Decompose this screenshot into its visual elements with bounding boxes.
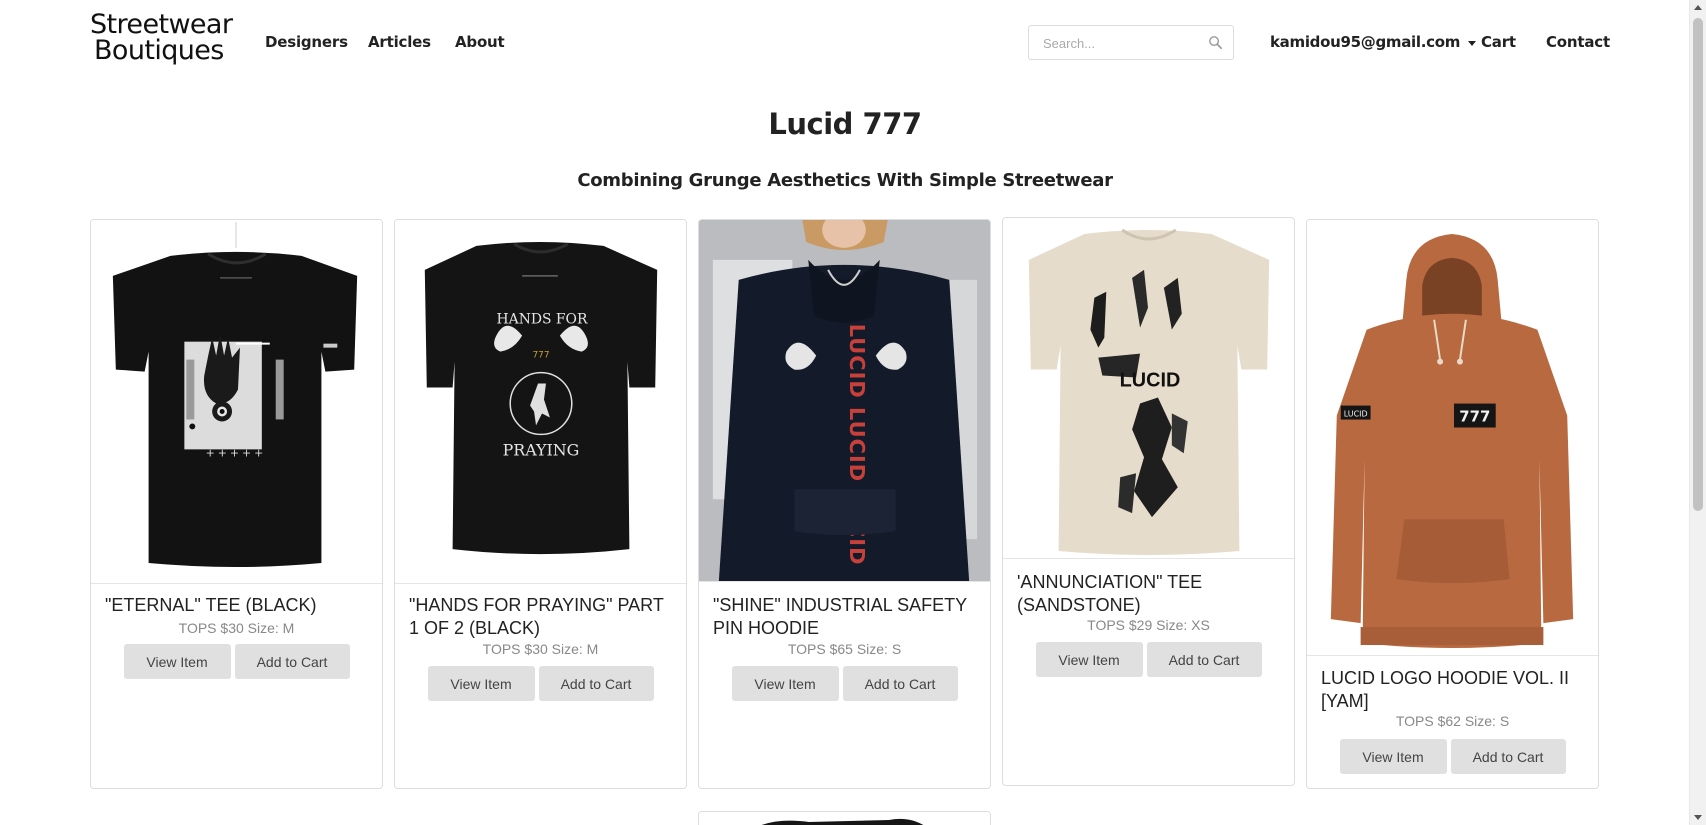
product-actions: View Item Add to Cart	[395, 666, 686, 701]
product-title[interactable]: "SHINE" INDUSTRIAL SAFETY PIN HOODIE	[713, 594, 980, 640]
product-meta: TOPS $62 Size: S	[1395, 713, 1510, 729]
add-to-cart-button[interactable]: Add to Cart	[1146, 642, 1262, 677]
product-image-partial[interactable]	[699, 812, 991, 825]
product-image[interactable]: LUCID	[1003, 218, 1294, 559]
nav-designers[interactable]: Designers	[265, 33, 348, 51]
view-item-button[interactable]: View Item	[1035, 642, 1143, 677]
add-to-cart-button[interactable]: Add to Cart	[234, 644, 350, 679]
product-card: LUCID 'ANNUNCIATION" TEE (SANDSTONE) TOP…	[1002, 217, 1295, 786]
product-meta: TOPS $65 Size: S	[787, 641, 902, 657]
product-card: LUCID LUCID LUCID "SHINE" INDUSTRIAL SAF…	[698, 219, 991, 789]
add-to-cart-button[interactable]: Add to Cart	[538, 666, 654, 701]
product-meta: TOPS $30 Size: M	[482, 641, 599, 657]
nav-cart[interactable]: Cart	[1481, 33, 1516, 51]
product-card: HANDS FOR 777 PRAYING "HANDS FOR PRAYING…	[394, 219, 687, 789]
page-subtitle: Combining Grunge Aesthetics With Simple …	[577, 170, 1113, 191]
product-meta: TOPS $30 Size: M	[178, 620, 295, 636]
product-card: 777 LUCID LUCID LOGO HOODIE VOL. II [YAM…	[1306, 219, 1599, 789]
product-title[interactable]: 'ANNUNCIATION" TEE (SANDSTONE)	[1017, 571, 1284, 617]
view-item-button[interactable]: View Item	[1339, 739, 1447, 774]
product-meta: TOPS $29 Size: XS	[1087, 617, 1210, 633]
print-top-text: HANDS FOR	[497, 312, 588, 328]
product-image[interactable]: 777 LUCID	[1307, 220, 1598, 656]
add-to-cart-button[interactable]: Add to Cart	[842, 666, 958, 701]
page-scrollbar[interactable]	[1689, 0, 1706, 825]
view-item-button[interactable]: View Item	[427, 666, 535, 701]
product-actions: View Item Add to Cart	[91, 644, 382, 679]
product-image[interactable]: HANDS FOR 777 PRAYING	[395, 220, 686, 584]
print-text: LUCID	[1120, 369, 1181, 391]
patch-text: 777	[1459, 408, 1490, 426]
view-item-button[interactable]: View Item	[123, 644, 231, 679]
chevron-down-icon	[1468, 40, 1477, 46]
sleeve-text: LUCID	[1344, 410, 1368, 419]
search-input[interactable]	[1043, 34, 1203, 52]
product-actions: View Item Add to Cart	[1307, 739, 1598, 774]
product-actions: View Item Add to Cart	[699, 666, 990, 701]
scroll-down-arrow-icon[interactable]	[1694, 815, 1702, 820]
svg-text:+++++: +++++	[206, 446, 267, 459]
scroll-up-arrow-icon[interactable]	[1694, 5, 1702, 10]
scrollbar-thumb[interactable]	[1693, 18, 1703, 511]
user-email: kamidou95@gmail.com	[1270, 33, 1461, 51]
logo-line-2: Boutiques	[94, 35, 224, 66]
nav-about[interactable]: About	[455, 33, 505, 51]
print-mid-text: 777	[532, 351, 549, 361]
product-image[interactable]: +++++	[91, 220, 382, 584]
add-to-cart-button[interactable]: Add to Cart	[1450, 739, 1566, 774]
user-account-menu[interactable]: kamidou95@gmail.com	[1270, 33, 1477, 51]
product-image[interactable]: LUCID LUCID LUCID	[699, 220, 990, 582]
print-bottom-text: PRAYING	[503, 440, 580, 459]
product-actions: View Item Add to Cart	[1003, 642, 1294, 677]
product-card: +++++ "ETERNAL" TEE (BLACK) TOPS $30 Siz…	[90, 219, 383, 789]
nav-articles[interactable]: Articles	[368, 33, 431, 51]
search-icon[interactable]	[1207, 34, 1224, 51]
page-title: Lucid 777	[768, 107, 922, 141]
site-logo[interactable]: Streetwear Boutiques	[90, 11, 233, 66]
product-card-partial	[698, 811, 991, 825]
search-box	[1028, 25, 1234, 60]
nav-contact[interactable]: Contact	[1546, 33, 1610, 51]
product-title[interactable]: "ETERNAL" TEE (BLACK)	[105, 594, 372, 617]
product-title[interactable]: "HANDS FOR PRAYING" PART 1 OF 2 (BLACK)	[409, 594, 676, 640]
view-item-button[interactable]: View Item	[731, 666, 839, 701]
product-title[interactable]: LUCID LOGO HOODIE VOL. II [YAM]	[1321, 667, 1588, 713]
